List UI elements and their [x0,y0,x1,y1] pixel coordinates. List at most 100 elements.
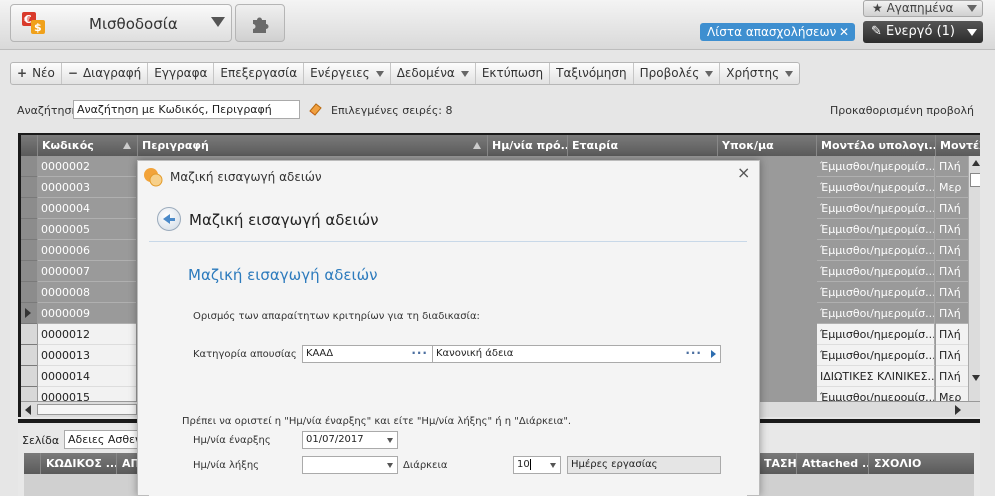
sort-button[interactable]: Ταξινόμηση [550,63,634,84]
cell-calc-model: Έμμισθοι/ημερομίσ... [817,219,935,240]
cell-calc-model: Έμμισθοι/ημερομίσ... [817,261,935,282]
text-cursor [529,458,531,470]
scroll-thumb[interactable] [37,404,137,415]
close-icon[interactable]: ✕ [839,23,849,41]
col-branch[interactable]: Υποκ/μα [718,135,817,156]
cell-code: 0000008 [38,282,136,303]
cell-code: 0000004 [38,198,136,219]
cell-calc-model: ΙΔΙΩΤΙΚΕΣ ΚΛΙΝΙΚΕΣ... [817,366,935,387]
modules-button[interactable] [235,4,285,42]
svg-text:€: € [23,13,32,26]
plus-icon: + [17,66,28,80]
top-header: € $ Μισθοδοσία ★ Αγαπημένα Λίστα απασχολ… [0,0,995,50]
row-indicator[interactable] [21,240,37,261]
chevron-down-icon[interactable] [550,463,556,468]
active-label: Ενεργό (1) [886,24,955,39]
cell-model: Πλή [936,303,968,324]
col-model[interactable]: Μοντέλ [936,135,980,156]
col-description[interactable]: Περιγραφή [138,135,488,156]
actions-label: Ενέργειες [310,66,370,80]
scroll-up-icon[interactable] [972,160,980,166]
row-indicator[interactable] [21,156,37,177]
col-date[interactable]: Ημ/νία πρό... [488,135,568,156]
svg-text:$: $ [34,21,42,34]
vertical-scrollbar[interactable] [968,156,980,401]
page-label: Σελίδα [22,434,60,447]
col-company[interactable]: Εταιρία [568,135,718,156]
eraser-icon[interactable] [308,102,322,116]
edit-label: Επεξεργασία [220,66,298,80]
col-attached[interactable]: Attached ... [797,453,869,474]
col-comment[interactable]: ΣΧΟΛΙΟ [869,453,974,474]
criteria-instructions: Ορισμός των απαραίτητων κριτηρίων για τη… [193,311,480,322]
scroll-right-icon[interactable] [955,405,961,415]
absence-code-field[interactable]: ΚΑΑΔ ··· [302,345,433,363]
employment-list-chip[interactable]: Λίστα απασχολήσεων ✕ [700,23,855,41]
chevron-down-icon [967,5,977,12]
col-calc-model[interactable]: Μοντέλο υπολογι... [817,135,936,156]
cell-code: 0000009 [38,303,136,324]
ellipsis-icon[interactable]: ··· [685,346,702,360]
absence-description-field[interactable]: Κανονική άδεια ··· [432,345,721,363]
actions-menu[interactable]: Ενέργειες [304,63,391,84]
scroll-down-icon[interactable] [972,375,980,381]
date-rule-note: Πρέπει να οριστεί η "Ημ/νία έναρξης" και… [182,416,572,427]
row-indicator[interactable] [21,303,37,324]
data-menu[interactable]: Δεδομένα [391,63,476,84]
selected-rows-count: Επιλεγμένες σειρές: 8 [331,104,453,117]
dialog-header-title: Μαζική εισαγωγή αδειών [189,211,379,229]
ellipsis-icon[interactable]: ··· [411,346,428,360]
cell-model: Πλή [936,345,968,366]
favorites-button[interactable]: ★ Αγαπημένα [863,0,983,17]
search-input[interactable] [73,100,300,119]
row-indicator[interactable] [21,282,37,303]
duration-field[interactable]: 10 [513,456,561,474]
end-date-label: Ημ/νία λήξης [193,460,260,471]
back-button[interactable] [157,207,181,231]
close-icon[interactable]: × [737,163,750,182]
sort-asc-icon [123,142,131,149]
documents-label: Εγγραφα [154,66,208,80]
col-code[interactable]: Κωδικός [38,135,138,156]
end-date-field[interactable] [302,456,398,474]
active-filter-button[interactable]: ✎ Ενεργό (1) [863,21,983,43]
cell-calc-model: Έμμισθοι/ημερομίσ... [817,240,935,261]
documents-button[interactable]: Εγγραφα [148,63,215,84]
views-menu[interactable]: Προβολές [634,63,721,84]
print-button[interactable]: Εκτύπωση [476,63,551,84]
section-title: Μαζική εισαγωγή αδειών [188,266,378,284]
row-indicator[interactable] [21,177,37,198]
cell-model: Πλή [936,219,968,240]
duration-label: Διάρκεια [403,460,448,471]
row-indicator[interactable] [21,219,37,240]
leave-icon [144,168,163,187]
col-detail-status[interactable]: ΤΑΣΗ [759,453,797,474]
preset-view-link[interactable]: Προκαθορισμένη προβολή [830,104,974,117]
currency-logo-icon: € $ [22,12,45,34]
col-detail-code[interactable]: ΚΩΔΙΚΟΣ ... [41,453,117,474]
chevron-down-icon[interactable] [211,17,225,27]
chevron-right-icon[interactable] [711,350,716,358]
edit-button[interactable]: Επεξεργασία [214,63,305,84]
row-indicator[interactable] [21,261,37,282]
cell-calc-model: Έμμισθοι/ημερομίσ... [817,282,935,303]
app-switcher[interactable]: € $ Μισθοδοσία [10,4,232,42]
start-date-field[interactable]: 01/07/2017 [302,431,398,449]
dialog-title-bar[interactable]: Μαζική εισαγωγή αδειών × [138,161,759,191]
scroll-left-icon[interactable] [25,405,31,415]
dialog-header: Μαζική εισαγωγή αδειών [149,201,747,242]
grid-header: Κωδικός Περιγραφή Ημ/νία πρό... Εταιρία … [21,135,980,156]
delete-button[interactable]: − Διαγραφή [62,63,149,84]
row-indicator[interactable] [21,324,37,345]
user-menu[interactable]: Χρήστης [720,63,799,84]
chevron-down-icon[interactable] [387,438,393,443]
cell-model: Πλή [936,366,968,387]
views-label: Προβολές [639,66,700,80]
delete-label: Διαγραφή [82,66,142,80]
scroll-thumb[interactable] [970,173,980,187]
new-button[interactable]: + Νέο [11,63,62,84]
row-indicator[interactable] [21,366,37,387]
row-indicator[interactable] [21,345,37,366]
row-indicator[interactable] [21,198,37,219]
chevron-down-icon[interactable] [387,463,393,468]
